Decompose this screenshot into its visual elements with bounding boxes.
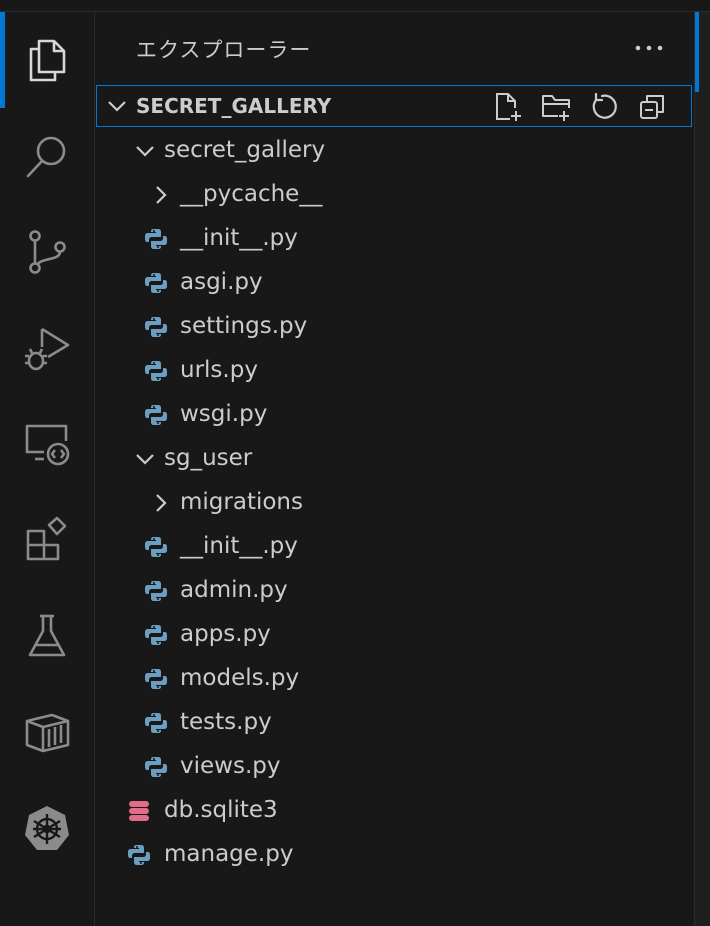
python-file-icon [145,405,167,425]
new-file-icon [496,93,521,121]
tree-item-label: manage.py [164,841,294,867]
activity-run-debug[interactable] [0,300,94,396]
tree-item-label: asgi.py [180,269,263,295]
python-file-icon [145,757,167,777]
tree-item-label: __init__.py [180,533,298,559]
tree-item-label: sg_user [164,445,253,471]
editor-edge [695,12,710,926]
tree-item-label: views.py [180,753,281,779]
chevron-down-icon [136,146,154,157]
tree-item-label: wsgi.py [180,401,268,427]
activity-bar [0,12,95,926]
tree-item-label: __init__.py [180,225,298,251]
explorer-icon [29,39,66,82]
search-icon [26,136,66,178]
refresh-icon [592,92,617,119]
activity-source-control[interactable] [0,204,94,300]
tree-file-row[interactable]: __init__.py [95,525,693,569]
tree-file-row[interactable]: asgi.py [95,261,693,305]
tree-item-label: migrations [180,489,303,515]
remote-explorer-icon [25,424,70,466]
activity-kubernetes[interactable] [0,780,94,876]
activity-testing[interactable] [0,588,94,684]
tree-folder-row[interactable]: sg_user [95,437,693,481]
containers-icon [25,713,70,753]
tree-file-row[interactable]: wsgi.py [95,393,693,437]
tree-file-row[interactable]: db.sqlite3 [95,789,693,833]
new-folder-button[interactable] [538,89,574,125]
chevron-down-icon [108,101,126,112]
python-file-icon [145,625,167,645]
explorer-sidebar: エクスプローラー SECRET_GALLERY secret_gallery _… [95,12,695,926]
tree-folder-row[interactable]: migrations [95,481,693,525]
explorer-title: エクスプローラー [136,38,312,62]
file-tree: secret_gallery __pycache__ __init__.py asgi… [95,129,693,877]
python-file-icon [145,273,167,293]
workspace-name: SECRET_GALLERY [136,94,332,118]
tree-item-label: apps.py [180,621,271,647]
collapse-all-button[interactable] [634,89,670,125]
python-file-icon [145,317,167,337]
tree-file-row[interactable]: __init__.py [95,217,693,261]
run-debug-icon [25,327,70,371]
python-file-icon [145,361,167,381]
tree-folder-row[interactable]: __pycache__ [95,173,693,217]
tree-item-label: secret_gallery [164,137,326,163]
python-file-icon [145,669,167,689]
new-file-button[interactable] [490,89,526,125]
python-file-icon [145,713,167,733]
database-file-icon [129,801,149,821]
python-file-icon [128,845,150,865]
python-file-icon [145,581,167,601]
tree-file-row[interactable]: tests.py [95,701,693,745]
python-file-icon [145,229,167,249]
kubernetes-icon [25,806,69,850]
chevron-down-icon [136,454,154,465]
more-actions-button[interactable] [631,30,667,66]
tree-folder-row[interactable]: secret_gallery [95,129,693,173]
scroll-indicator [695,12,699,92]
tree-file-row[interactable]: admin.py [95,569,693,613]
tree-file-row[interactable]: manage.py [95,833,693,877]
tree-file-row[interactable]: models.py [95,657,693,701]
tree-item-label: models.py [180,665,300,691]
tree-file-row[interactable]: apps.py [95,613,693,657]
explorer-title-bar: エクスプローラー [95,12,695,84]
source-control-icon [29,230,66,274]
activity-containers[interactable] [0,684,94,780]
tree-item-label: urls.py [180,357,258,383]
new-folder-icon [542,95,570,121]
section-actions [490,89,670,125]
chevron-right-icon [156,494,167,512]
tree-item-label: db.sqlite3 [164,797,278,823]
activity-explorer[interactable] [0,12,94,108]
window-top-border [0,0,710,12]
tree-file-row[interactable]: settings.py [95,305,693,349]
activity-remote-explorer[interactable] [0,396,94,492]
workspace-section-header[interactable]: SECRET_GALLERY [96,85,692,127]
tree-file-row[interactable]: views.py [95,745,693,789]
testing-icon [28,614,66,657]
python-file-icon [145,537,167,557]
tree-item-label: tests.py [180,709,272,735]
tree-item-label: settings.py [180,313,308,339]
refresh-button[interactable] [586,89,622,125]
tree-item-label: __pycache__ [180,181,323,207]
activity-extensions[interactable] [0,492,94,588]
tree-item-label: admin.py [180,577,288,603]
ellipsis-icon [635,45,663,51]
activity-search[interactable] [0,108,94,204]
tree-file-row[interactable]: urls.py [95,349,693,393]
extensions-icon [26,516,67,561]
collapse-all-icon [640,95,664,119]
chevron-right-icon [156,186,167,204]
